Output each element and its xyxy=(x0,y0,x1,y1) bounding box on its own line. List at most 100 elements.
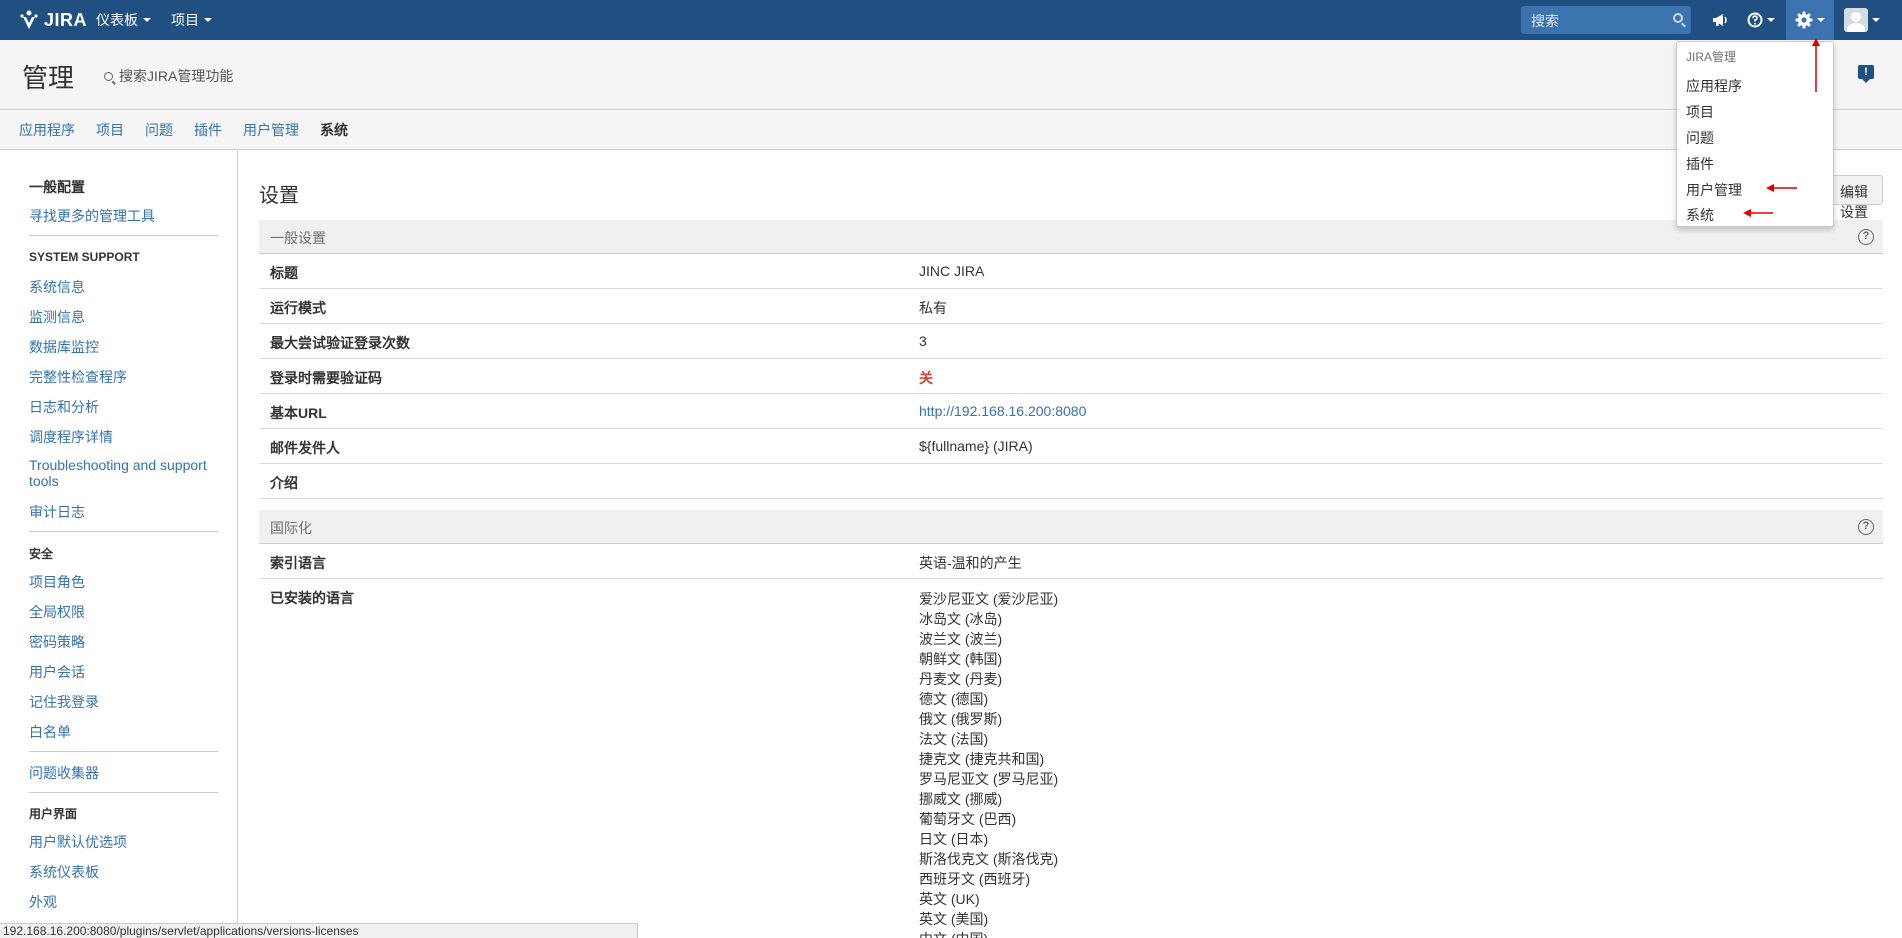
sidebar-item-issue-collectors[interactable]: 问题收集器 xyxy=(29,763,99,783)
jira-logo-icon xyxy=(20,10,38,29)
list-item: 爱沙尼亚文 (爱沙尼亚) xyxy=(919,591,1059,607)
list-item: 日文 (日本) xyxy=(919,831,989,847)
dropdown-item-add-ons[interactable]: 插件 xyxy=(1686,154,1714,174)
sidebar-item-system-dashboard[interactable]: 系统仪表板 xyxy=(29,862,99,882)
sidebar-item-user-defaults[interactable]: 用户默认优选项 xyxy=(29,832,127,852)
dropdown-heading: JIRA管理 xyxy=(1686,50,1737,64)
table-row: 登录时需要验证码 关 xyxy=(259,359,1883,394)
table-row: 索引语言 英语-温和的产生 xyxy=(259,544,1883,579)
feedback-icon[interactable]: ! xyxy=(1858,65,1874,83)
sidebar-item-troubleshooting[interactable]: Troubleshooting and support tools xyxy=(29,457,219,489)
row-value-mode: 私有 xyxy=(919,300,947,316)
row-value-base-url[interactable]: http://192.168.16.200:8080 xyxy=(919,403,1086,419)
tab-system[interactable]: 系统 xyxy=(320,120,348,140)
sidebar-item-integrity-checker[interactable]: 完整性检查程序 xyxy=(29,367,127,387)
nav-dashboards-label: 仪表板 xyxy=(96,12,138,28)
internationalization-section: 国际化 ? xyxy=(259,510,1883,544)
row-label-email-from: 邮件发件人 xyxy=(270,440,340,456)
row-label-mode: 运行模式 xyxy=(270,300,326,316)
tab-projects[interactable]: 项目 xyxy=(96,120,124,140)
chevron-down-icon xyxy=(1767,18,1775,22)
sidebar-heading-system-support: SYSTEM SUPPORT xyxy=(29,250,140,264)
general-settings-title: 一般设置 xyxy=(270,230,326,246)
dropdown-item-user-management[interactable]: 用户管理 xyxy=(1686,180,1742,200)
sidebar-item-scheduler-details[interactable]: 调度程序详情 xyxy=(29,427,113,447)
dropdown-item-issues[interactable]: 问题 xyxy=(1686,128,1714,148)
nav-projects-label: 项目 xyxy=(171,12,199,28)
admin-tabs: 应用程序 项目 问题 插件 用户管理 系统 xyxy=(0,111,1902,150)
tab-user-management[interactable]: 用户管理 xyxy=(243,120,299,140)
admin-search-input[interactable]: 搜索JIRA管理功能 xyxy=(104,66,233,86)
edit-settings-button[interactable]: 编辑设置 xyxy=(1827,175,1883,220)
chevron-down-icon xyxy=(204,18,212,22)
search-placeholder: 搜索 xyxy=(1531,13,1559,29)
table-row: 最大尝试验证登录次数 3 xyxy=(259,324,1883,359)
nav-projects[interactable]: 项目 xyxy=(171,0,212,40)
row-value-title: JINC JIRA xyxy=(919,263,985,279)
sidebar-item-logging-profiling[interactable]: 日志和分析 xyxy=(29,397,99,417)
row-value-index-language: 英语-温和的产生 xyxy=(919,555,1022,571)
admin-search-label: 搜索JIRA管理功能 xyxy=(119,68,234,84)
sidebar-item-instrumentation[interactable]: 监测信息 xyxy=(29,307,85,327)
sidebar-item-user-sessions[interactable]: 用户会话 xyxy=(29,662,85,682)
row-label-base-url: 基本URL xyxy=(270,405,327,421)
top-header: JIRA 仪表板 项目 搜索 xyxy=(0,0,1902,40)
sidebar-item-system-info[interactable]: 系统信息 xyxy=(29,277,85,297)
list-item: 捷克文 (捷克共和国) xyxy=(919,751,1045,767)
installed-languages-list: 爱沙尼亚文 (爱沙尼亚) 冰岛文 (冰岛) 波兰文 (波兰) 朝鲜文 (韩国) 丹麦文 … xyxy=(919,589,1058,938)
sidebar-item-whitelist[interactable]: 白名单 xyxy=(29,722,71,742)
list-item: 斯洛伐克文 (斯洛伐克) xyxy=(919,851,1059,867)
jira-logo[interactable]: JIRA xyxy=(18,8,87,32)
help-icon[interactable]: ? xyxy=(1858,229,1874,245)
list-item: 罗马尼亚文 (罗马尼亚) xyxy=(919,771,1059,787)
row-label-installed-languages: 已安装的语言 xyxy=(270,590,354,606)
sidebar-divider xyxy=(29,531,218,532)
list-item: 丹麦文 (丹麦) xyxy=(919,671,1003,687)
tab-applications[interactable]: 应用程序 xyxy=(19,120,75,140)
table-row: 介绍 xyxy=(259,464,1883,499)
row-label-index-language: 索引语言 xyxy=(270,555,326,571)
table-row: 基本URL http://192.168.16.200:8080 xyxy=(259,394,1883,429)
page-title: 管理 xyxy=(22,63,75,93)
admin-gear-button[interactable] xyxy=(1786,0,1834,40)
dropdown-item-projects[interactable]: 项目 xyxy=(1686,102,1714,122)
list-item: 葡萄牙文 (巴西) xyxy=(919,811,1017,827)
quick-search-input[interactable]: 搜索 xyxy=(1521,6,1691,34)
announcement-button[interactable] xyxy=(1708,0,1732,40)
sidebar-item-remember-me[interactable]: 记住我登录 xyxy=(29,692,99,712)
list-item: 德文 (德国) xyxy=(919,691,989,707)
sidebar-item-global-permissions[interactable]: 全局权限 xyxy=(29,602,85,622)
table-row: 已安装的语言 xyxy=(259,579,1883,938)
sidebar-item-audit-log[interactable]: 审计日志 xyxy=(29,502,85,522)
sidebar-item-database-monitoring[interactable]: 数据库监控 xyxy=(29,337,99,357)
avatar xyxy=(1844,8,1868,32)
row-label-introduction: 介绍 xyxy=(270,475,298,491)
tab-add-ons[interactable]: 插件 xyxy=(194,120,222,140)
table-row: 邮件发件人 ${fullname} (JIRA) xyxy=(259,429,1883,464)
sidebar-divider xyxy=(29,751,218,752)
tab-issues[interactable]: 问题 xyxy=(145,120,173,140)
user-profile-button[interactable] xyxy=(1840,0,1884,40)
help-icon[interactable]: ? xyxy=(1858,519,1874,535)
sidebar-item-project-roles[interactable]: 项目角色 xyxy=(29,572,85,592)
sidebar-item-general-config[interactable]: 一般配置 xyxy=(29,177,85,197)
list-item: 朝鲜文 (韩国) xyxy=(919,651,1003,667)
sidebar-item-look-and-feel[interactable]: 外观 xyxy=(29,892,57,912)
dropdown-item-system[interactable]: 系统 xyxy=(1686,205,1714,225)
row-value-max-login: 3 xyxy=(919,333,927,349)
sidebar-item-password-policy[interactable]: 密码策略 xyxy=(29,632,85,652)
search-icon xyxy=(104,72,113,81)
list-item: 法文 (法国) xyxy=(919,731,989,747)
table-row: 标题 JINC JIRA xyxy=(259,254,1883,289)
settings-heading: 设置 xyxy=(259,185,299,207)
sidebar-heading-user-interface: 用户界面 xyxy=(29,807,78,821)
row-value-captcha: 关 xyxy=(919,370,933,386)
admin-dropdown-menu: JIRA管理 应用程序 项目 问题 插件 用户管理 系统 xyxy=(1676,41,1834,227)
list-item: 英文 (UK) xyxy=(919,891,980,907)
nav-dashboards[interactable]: 仪表板 xyxy=(96,0,151,40)
chevron-down-icon xyxy=(1817,18,1825,22)
dropdown-item-applications[interactable]: 应用程序 xyxy=(1686,76,1742,96)
list-item: 俄文 (俄罗斯) xyxy=(919,711,1003,727)
help-button[interactable] xyxy=(1744,0,1778,40)
sidebar-item-find-more-tools[interactable]: 寻找更多的管理工具 xyxy=(29,206,155,226)
